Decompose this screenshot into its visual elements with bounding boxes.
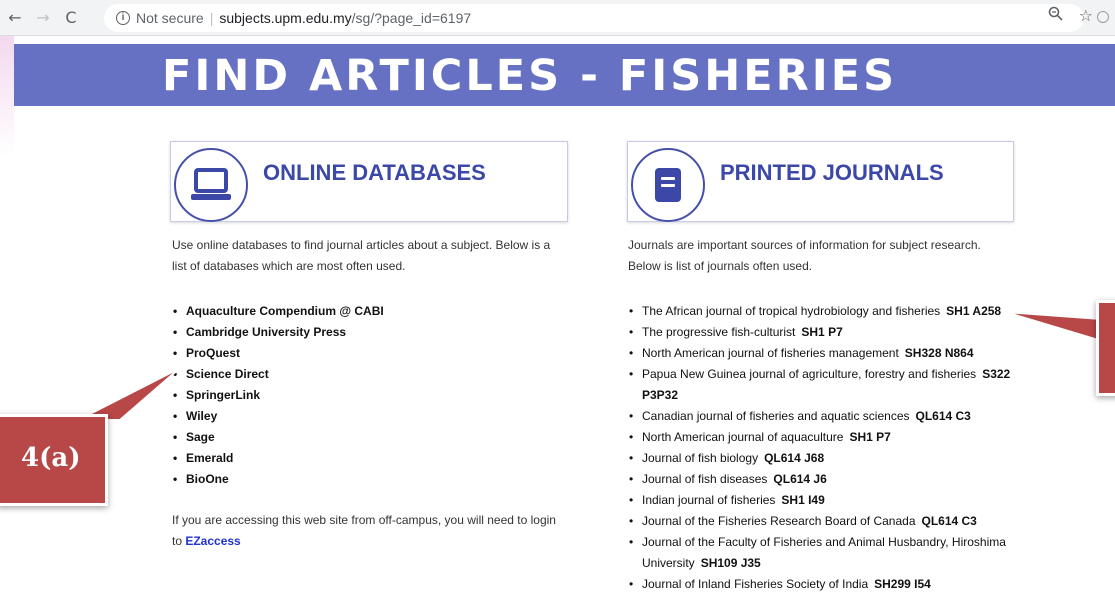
callout-4a-label: 4(a)	[21, 443, 81, 473]
callout-4a: 4(a)	[0, 414, 108, 506]
callout-right	[1096, 300, 1115, 396]
left-callout-pointer	[77, 367, 181, 421]
callout-pointers	[77, 311, 1115, 421]
